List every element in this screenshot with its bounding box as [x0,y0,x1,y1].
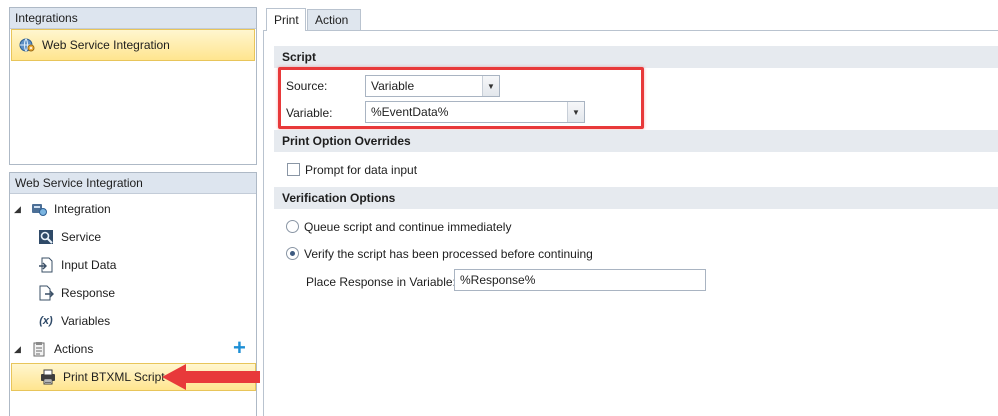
response-icon [37,284,55,302]
section-header-print-option-overrides: Print Option Overrides [274,130,998,152]
verify-script-label[interactable]: Verify the script has been processed bef… [304,247,593,261]
tree-node-actions[interactable]: ◢ Actions + [10,335,256,363]
integration-list-item[interactable]: Web Service Integration [11,29,255,61]
tree-node-response-label: Response [61,286,116,300]
highlight-box [278,67,644,129]
section-header-verification-options: Verification Options [274,187,998,209]
expand-triangle-icon[interactable]: ◢ [14,204,24,215]
printer-icon [39,368,57,386]
add-action-button[interactable]: + [233,336,246,360]
tab-action[interactable]: Action [307,9,361,30]
response-variable-label: Place Response in Variable: [306,275,456,289]
integration-list-item-label: Web Service Integration [42,38,170,52]
prompt-for-data-label[interactable]: Prompt for data input [305,163,417,177]
tree-node-actions-label: Actions [54,342,94,356]
integrations-panel-title: Integrations [10,8,256,29]
service-icon [37,228,55,246]
tree-node-service[interactable]: Service [10,223,256,251]
actions-icon [30,340,48,358]
tree-node-print-btxml-script-label: Print BTXML Script [63,370,165,384]
integration-icon [30,200,48,218]
tree-node-input-data[interactable]: Input Data [10,251,256,279]
input-data-icon [37,256,55,274]
tree-node-input-data-label: Input Data [61,258,117,272]
queue-script-radio[interactable] [286,220,299,233]
tab-print[interactable]: Print [266,8,306,31]
response-variable-input[interactable]: %Response% [454,269,706,291]
tree-node-integration[interactable]: ◢ Integration [10,195,256,223]
expand-triangle-icon[interactable]: ◢ [14,344,24,355]
tree-node-service-label: Service [61,230,102,244]
variables-icon: (x) [39,315,53,327]
tree-node-response[interactable]: Response [10,279,256,307]
tree-node-integration-label: Integration [54,202,111,216]
section-header-script: Script [274,46,998,68]
tree-node-variables[interactable]: (x) Variables [10,307,256,335]
globe-gear-icon [18,36,36,54]
prompt-for-data-checkbox[interactable] [287,163,300,176]
integrations-panel: Integrations Web Service Integration [9,7,257,165]
tree-node-variables-label: Variables [61,314,111,328]
tree-panel-title: Web Service Integration [10,173,256,194]
verify-script-radio[interactable] [286,247,299,260]
highlight-arrow-icon [162,364,260,390]
queue-script-label[interactable]: Queue script and continue immediately [304,220,511,234]
